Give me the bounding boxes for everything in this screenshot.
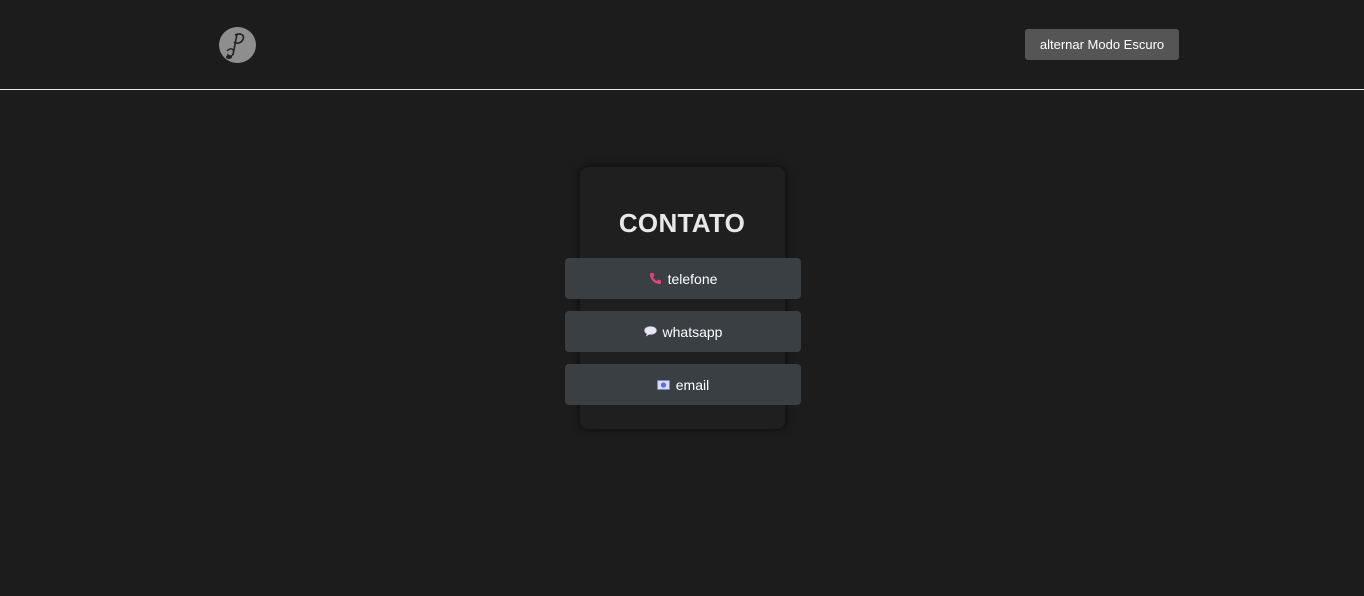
dark-mode-toggle-button[interactable]: alternar Modo Escuro: [1025, 29, 1179, 60]
email-button[interactable]: email: [565, 364, 801, 405]
email-icon: [656, 379, 670, 390]
phone-button[interactable]: telefone: [565, 258, 801, 299]
phone-button-label: telefone: [667, 270, 718, 287]
speech-bubble-icon: [643, 326, 657, 337]
music-note-logo-icon[interactable]: [219, 27, 256, 63]
contact-title: CONTATO: [618, 208, 746, 238]
phone-icon: [649, 272, 662, 285]
header: alternar Modo Escuro: [0, 0, 1364, 90]
whatsapp-button[interactable]: whatsapp: [565, 311, 801, 352]
whatsapp-button-label: whatsapp: [662, 323, 723, 340]
email-button-label: email: [675, 376, 710, 393]
